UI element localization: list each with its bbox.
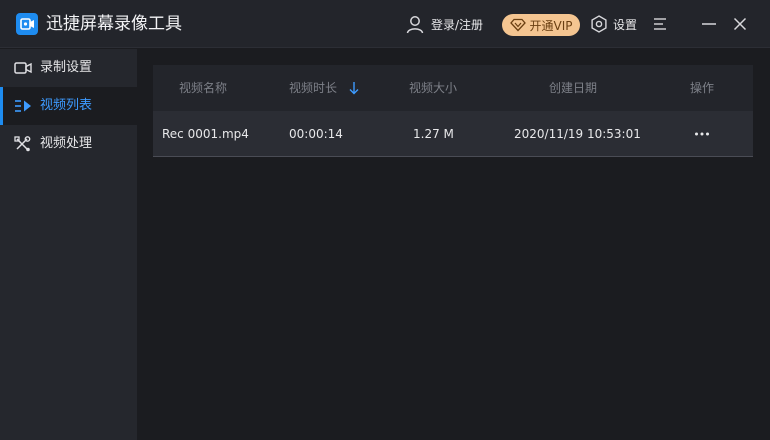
video-table: 视频名称 视频时长 视频大小 创建日期 操作 Rec 0001.mp4 00:0…	[153, 65, 753, 157]
app-title: 迅捷屏幕录像工具	[46, 14, 182, 34]
minimize-icon	[702, 23, 716, 25]
close-button[interactable]	[728, 12, 752, 36]
settings-button[interactable]: 设置	[590, 12, 637, 36]
column-header-duration[interactable]: 视频时长	[289, 65, 337, 111]
cell-size: 1.27 M	[413, 127, 454, 141]
column-header-size[interactable]: 视频大小	[409, 65, 457, 111]
user-icon	[406, 16, 424, 34]
vip-button[interactable]: 开通VIP	[502, 14, 580, 36]
column-header-created[interactable]: 创建日期	[549, 65, 597, 111]
sidebar-item-label: 视频列表	[40, 98, 93, 113]
table-row[interactable]: Rec 0001.mp4 00:00:14 1.27 M 2020/11/19 …	[153, 111, 753, 157]
cell-duration: 00:00:14	[289, 127, 343, 141]
camera-icon	[14, 62, 32, 74]
title-bar: 迅捷屏幕录像工具 登录/注册 开通VIP 设置	[0, 0, 770, 48]
column-header-name[interactable]: 视频名称	[179, 65, 227, 111]
minimize-button[interactable]	[697, 12, 721, 36]
row-more-button[interactable]	[691, 125, 713, 143]
close-icon	[733, 17, 747, 31]
gear-icon	[591, 15, 607, 33]
login-button[interactable]: 登录/注册	[405, 12, 483, 36]
sidebar: 录制设置 视频列表 视频处理	[0, 49, 137, 440]
tools-icon	[14, 136, 31, 152]
menu-button[interactable]	[648, 12, 672, 36]
sidebar-item-label: 录制设置	[40, 60, 93, 75]
column-header-actions: 操作	[690, 81, 715, 95]
cell-created: 2020/11/19 10:53:01	[514, 127, 641, 141]
video-list-icon	[15, 100, 31, 112]
sidebar-item-video-list[interactable]: 视频列表	[0, 87, 137, 125]
vip-label: 开通VIP	[529, 18, 573, 33]
sidebar-item-label: 视频处理	[40, 136, 93, 151]
diamond-icon	[509, 18, 526, 32]
more-horizontal-icon	[695, 132, 709, 136]
sidebar-item-video-processing[interactable]: 视频处理	[0, 125, 137, 163]
sidebar-item-record-settings[interactable]: 录制设置	[0, 49, 137, 87]
settings-label: 设置	[613, 17, 638, 32]
menu-icon	[654, 18, 666, 30]
login-label: 登录/注册	[431, 17, 484, 32]
table-header: 视频名称 视频时长 视频大小 创建日期 操作	[153, 65, 753, 111]
sort-down-arrow-icon[interactable]	[347, 80, 361, 96]
cell-name: Rec 0001.mp4	[162, 127, 249, 141]
app-logo-icon	[16, 13, 38, 35]
